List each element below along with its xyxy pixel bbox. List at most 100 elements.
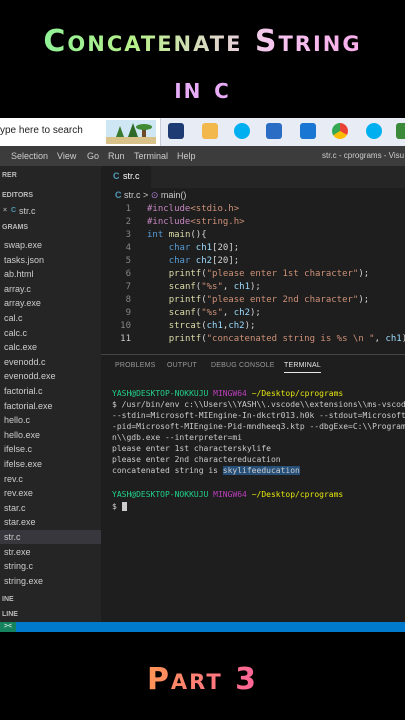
terminal-line: n\\gdb.exe --interpreter=mi [112, 433, 243, 442]
menu-go[interactable]: Go [87, 151, 99, 161]
file-item[interactable]: evenodd.exe [0, 369, 101, 383]
file-name: factorial.exe [4, 400, 53, 411]
file-item[interactable]: rev.c [0, 472, 101, 486]
taskbar-search-placeholder: ype here to search [0, 125, 83, 136]
file-item[interactable]: swap.exe [0, 238, 101, 252]
file-name: array.c [4, 283, 31, 294]
file-name: str.c [4, 532, 21, 542]
terminal-output: please enter 2nd charactereducation [112, 455, 281, 464]
video-footer: Part 3 [0, 662, 405, 697]
menu-selection[interactable]: Selection [11, 151, 48, 161]
taskbar-search-box[interactable]: ype here to search [0, 118, 161, 146]
skype-icon[interactable] [234, 123, 250, 139]
file-item[interactable]: ifelse.exe [0, 457, 101, 471]
skype-icon[interactable] [366, 123, 382, 139]
file-item[interactable]: hello.exe [0, 428, 101, 442]
panel-tabs: PROBLEMS OUTPUT DEBUG CONSOLE TERMINAL [101, 354, 405, 379]
file-item[interactable]: star.c [0, 501, 101, 515]
file-name: hello.exe [4, 429, 41, 440]
breadcrumb[interactable]: C str.c > ⊙ main() [115, 190, 186, 201]
terminal-line: $ /usr/bin/env c:\\Users\\YASH\\.vscode\… [112, 400, 405, 409]
file-name: ifelse.exe [4, 459, 43, 469]
c-file-icon: C [113, 171, 120, 181]
tab-problems[interactable]: PROBLEMS [115, 362, 156, 369]
file-item[interactable]: calc.c [0, 326, 101, 340]
tab-debug-console[interactable]: DEBUG CONSOLE [211, 362, 275, 369]
tab-str-c[interactable]: C str.c [101, 166, 151, 188]
function-symbol-icon: ⊙ [150, 190, 159, 200]
tab-terminal[interactable]: TERMINAL [284, 362, 321, 373]
file-name: ab.html [4, 269, 34, 280]
close-icon[interactable]: × [3, 207, 7, 214]
file-item[interactable]: str.exe [0, 545, 101, 559]
terminal-line: -pid=Microsoft-MIEngine-Pid-mndheeq3.ktp… [112, 422, 405, 431]
outline-header[interactable]: INE [2, 596, 14, 603]
file-item[interactable]: rev.exe [0, 486, 101, 500]
file-item[interactable]: factorial.exe [0, 399, 101, 413]
file-item[interactable]: string.c [0, 559, 101, 573]
terminal-output: concatenated string is [112, 466, 223, 475]
file-explorer-icon[interactable] [202, 123, 218, 139]
status-bar: >< [0, 622, 405, 632]
terminal-output-highlight: skylifeeducation [222, 466, 300, 475]
file-item[interactable]: star.exe [0, 515, 101, 529]
code-editor[interactable]: 1 #include<stdio.h> 2 #include<string.h> 3… [101, 204, 405, 354]
file-name: rev.c [4, 473, 23, 484]
c-file-icon: C [115, 190, 122, 200]
breadcrumb-file[interactable]: str.c [124, 190, 141, 200]
open-editors-header[interactable]: EDITORS [2, 192, 33, 199]
remote-indicator[interactable]: >< [0, 622, 16, 632]
video-title-line2: in c [0, 72, 405, 105]
file-name: str.exe [4, 546, 31, 557]
file-item[interactable]: array.exe [0, 296, 101, 310]
app-icon[interactable] [396, 123, 405, 139]
video-title-line1: Concatenate String [0, 24, 405, 59]
mail-icon[interactable] [300, 123, 316, 139]
file-name: array.exe [4, 298, 41, 309]
file-name: calc.exe [4, 342, 38, 353]
file-name: calc.c [4, 327, 28, 338]
menu-help[interactable]: Help [177, 151, 196, 161]
task-view-icon[interactable] [168, 123, 184, 139]
file-name: evenodd.c [4, 356, 46, 367]
breadcrumb-separator: > [143, 190, 149, 200]
file-item[interactable]: factorial.c [0, 384, 101, 398]
terminal-prompt-path: ~/Desktop/cprograms [251, 490, 344, 499]
file-item[interactable]: ifelse.c [0, 442, 101, 456]
editor-tabs: C str.c [101, 166, 405, 188]
menu-run[interactable]: Run [108, 151, 125, 161]
menu-view[interactable]: View [57, 151, 76, 161]
terminal-cursor [121, 502, 127, 511]
file-item[interactable]: string.exe [0, 574, 101, 588]
terminal[interactable]: YASH@DESKTOP-NOKKUJU MINGW64 ~/Desktop/c… [112, 386, 405, 616]
timeline-header[interactable]: LINE [2, 611, 18, 618]
terminal-prompt-shell: MINGW64 [213, 389, 247, 398]
folder-header[interactable]: GRAMS [2, 224, 28, 231]
calendar-icon[interactable] [266, 123, 282, 139]
file-name: ifelse.c [4, 444, 33, 455]
file-name: string.c [4, 561, 34, 572]
file-item[interactable]: calc.exe [0, 340, 101, 354]
terminal-prompt-user: YASH@DESKTOP-NOKKUJU [112, 389, 209, 398]
file-item[interactable]: str.c [0, 530, 101, 544]
file-item[interactable]: evenodd.c [0, 355, 101, 369]
terminal-prompt-symbol: $ [112, 502, 117, 511]
explorer-sidebar: RER EDITORS × C str.c GRAMS swap.exe task… [0, 166, 101, 622]
file-item[interactable]: array.c [0, 282, 101, 296]
file-name: evenodd.exe [4, 371, 56, 382]
file-item[interactable]: cal.c [0, 311, 101, 325]
open-editor-item[interactable]: × C str.c [0, 204, 101, 218]
file-item[interactable]: ab.html [0, 267, 101, 281]
file-item[interactable]: tasks.json [0, 253, 101, 267]
search-highlight-icon [106, 120, 156, 144]
breadcrumb-symbol[interactable]: main() [161, 190, 187, 200]
terminal-prompt-path: ~/Desktop/cprograms [251, 389, 344, 398]
chrome-icon[interactable] [332, 123, 348, 139]
c-file-icon: C [11, 207, 17, 214]
terminal-prompt-user: YASH@DESKTOP-NOKKUJU [112, 490, 209, 499]
file-item[interactable]: hello.c [0, 413, 101, 427]
tab-output[interactable]: OUTPUT [167, 362, 197, 369]
file-name: factorial.c [4, 386, 43, 396]
menu-terminal[interactable]: Terminal [134, 151, 168, 161]
terminal-output: please enter 1st characterskylife [112, 444, 271, 453]
